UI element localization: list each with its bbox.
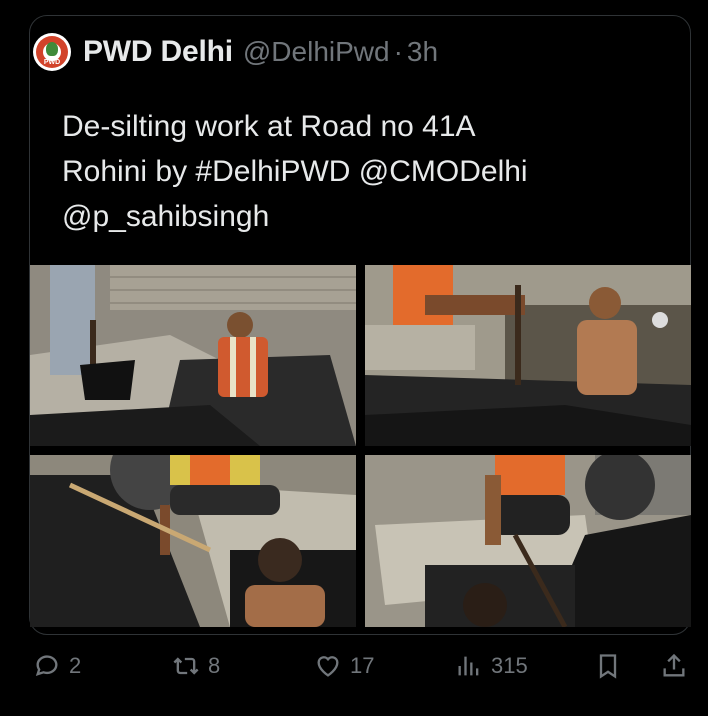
media-photo-1[interactable]: [30, 265, 356, 446]
reply-count: 2: [69, 653, 82, 678]
tweet-text: De-silting work at Road no 41A Rohini by…: [62, 104, 672, 239]
bookmark-button[interactable]: [594, 646, 622, 686]
like-count: 17: [350, 653, 375, 678]
reply-icon: [35, 655, 58, 676]
share-icon: [663, 653, 685, 677]
views-count: 315: [491, 653, 528, 678]
author-handle[interactable]: @DelhiPwd: [243, 36, 390, 68]
like-button[interactable]: 17: [314, 646, 374, 686]
reply-button[interactable]: 2: [33, 646, 81, 686]
share-button[interactable]: [660, 646, 688, 686]
tweet-text-line-2: Rohini by #DelhiPWD @CMODelhi: [62, 155, 528, 188]
tweet-actions: 2 8 17 315: [0, 646, 708, 690]
repost-icon: [173, 657, 199, 675]
media-grid: [30, 265, 691, 627]
views-icon: [458, 656, 479, 676]
repost-button[interactable]: 8: [172, 646, 220, 686]
repost-count: 8: [208, 653, 221, 678]
author-name[interactable]: PWD Delhi: [83, 35, 233, 69]
avatar[interactable]: PWD: [33, 33, 71, 71]
tweet-text-line-1: De-silting work at Road no 41A: [62, 110, 476, 143]
post-time[interactable]: 3h: [407, 36, 438, 68]
avatar-leaf: [46, 42, 58, 56]
tweet-header: PWD PWD Delhi @DelhiPwd · 3h: [33, 32, 438, 72]
like-icon: [317, 656, 339, 677]
tweet-text-line-3: @p_sahibsingh: [62, 200, 270, 233]
media-photo-2[interactable]: [365, 265, 691, 446]
media-photo-3[interactable]: [30, 455, 356, 627]
separator-dot: ·: [393, 36, 403, 67]
bookmark-icon: [599, 654, 617, 679]
media-photo-4[interactable]: [365, 455, 691, 627]
avatar-logo-text: PWD: [43, 59, 61, 66]
views-button[interactable]: 315: [455, 646, 528, 686]
